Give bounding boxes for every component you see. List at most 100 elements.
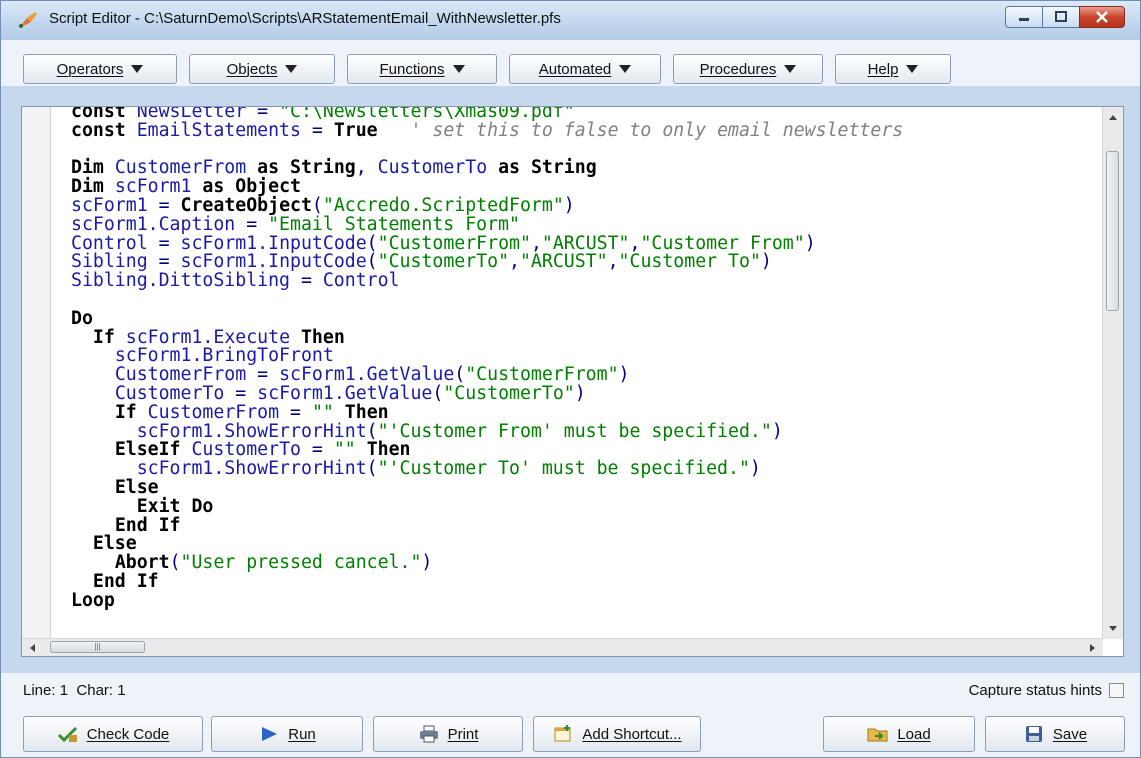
close-icon xyxy=(1096,11,1108,23)
code-line: End If xyxy=(71,572,903,592)
save-button[interactable]: Save xyxy=(985,716,1125,752)
operators-menu-button[interactable]: Operators xyxy=(23,54,177,84)
objects-menu-button[interactable]: Objects xyxy=(189,54,335,84)
operators-menu-label: Operators xyxy=(56,60,124,78)
code-line: Abort("User pressed cancel.") xyxy=(71,552,903,574)
code-token: ' set this to false to only email newsle… xyxy=(410,119,904,141)
maximize-button[interactable] xyxy=(1042,6,1080,28)
window-title: Script Editor - C:\SaturnDemo\Scripts\AR… xyxy=(49,10,561,27)
code-token: "CustomerTo" xyxy=(443,382,575,404)
script-editor-app-icon xyxy=(19,12,37,28)
code-token: const xyxy=(71,119,126,141)
procedures-menu-button[interactable]: Procedures xyxy=(673,54,823,84)
code-token: , xyxy=(607,251,619,273)
code-token: CustomerTo xyxy=(377,157,488,179)
cursor-position: Line: 1 Char: 1 xyxy=(23,682,126,699)
code-token: "'Customer To' must be specified." xyxy=(377,458,750,480)
capture-status-hints-checkbox[interactable] xyxy=(1109,683,1124,698)
code-token: ) xyxy=(771,420,783,442)
print-label: Print xyxy=(447,725,479,743)
minimize-button[interactable] xyxy=(1005,6,1043,28)
load-label: Load xyxy=(897,725,931,743)
check-code-button[interactable]: Check Code xyxy=(23,716,203,752)
code-token: True xyxy=(333,119,378,141)
code-editor[interactable]: const NewsLetter = "C:\Newsletters\Xmas0… xyxy=(21,106,1124,657)
code-token: ) xyxy=(760,251,772,273)
code-line: const EmailStatements = True ' set this … xyxy=(71,119,904,141)
char-value: 1 xyxy=(117,682,126,699)
code-token: "ARCUST" xyxy=(519,251,608,273)
code-token: "Customer To" xyxy=(618,251,761,273)
folder-open-icon xyxy=(867,728,888,742)
check-code-label: Check Code xyxy=(86,725,170,743)
code-token: "'Customer From' must be specified." xyxy=(377,420,772,442)
chevron-down-icon xyxy=(906,65,919,73)
chevron-down-icon xyxy=(452,65,465,73)
code-line: End If xyxy=(71,516,903,536)
code-token: ) xyxy=(574,382,586,404)
printer-icon xyxy=(419,725,438,743)
char-label: Char: xyxy=(76,682,114,699)
run-icon xyxy=(262,727,278,741)
help-menu-label: Help xyxy=(867,60,899,78)
scroll-left-icon[interactable] xyxy=(28,643,36,653)
code-token: ( xyxy=(366,458,378,480)
functions-menu-label: Functions xyxy=(379,60,445,78)
horizontal-scroll-thumb[interactable]: ||| xyxy=(50,641,145,653)
line-value: 1 xyxy=(59,682,69,699)
toolbar: Operators Objects Functions Automated Pr… xyxy=(1,39,1140,86)
procedures-menu-label: Procedures xyxy=(699,60,777,78)
minimize-icon xyxy=(1019,18,1029,21)
load-button[interactable]: Load xyxy=(823,716,975,752)
add-shortcut-button[interactable]: Add Shortcut... xyxy=(533,716,701,752)
code-token: Loop xyxy=(71,589,115,611)
scroll-down-icon[interactable] xyxy=(1108,625,1118,633)
horizontal-scrollbar[interactable]: ||| xyxy=(22,638,1103,656)
print-button[interactable]: Print xyxy=(373,716,523,752)
code-line: scForm1.ShowErrorHint("'Customer To' mus… xyxy=(71,458,903,480)
code-token: ( xyxy=(169,552,181,574)
code-token: ) xyxy=(618,364,630,386)
save-label: Save xyxy=(1052,725,1088,743)
run-button[interactable]: Run xyxy=(211,716,363,752)
code-token: Control xyxy=(322,270,400,292)
code-line: Sibling.DittoSibling = Control xyxy=(71,270,903,292)
code-token: ) xyxy=(421,552,433,574)
code-token: EmailStatements xyxy=(136,119,301,141)
code-line: Exit Do xyxy=(71,497,903,517)
script-editor-window: Script Editor - C:\SaturnDemo\Scripts\AR… xyxy=(0,0,1141,758)
code-token: = xyxy=(290,270,323,292)
editor-gutter xyxy=(22,107,51,656)
bottom-button-bar: Check Code Run Print Add Shortcut... Loa… xyxy=(1,707,1140,757)
scroll-up-icon[interactable] xyxy=(1108,113,1118,121)
automated-menu-button[interactable]: Automated xyxy=(509,54,661,84)
capture-status-hints-label: Capture status hints xyxy=(968,682,1102,699)
vertical-scrollbar[interactable] xyxy=(1102,107,1123,639)
status-bar: Line: 1 Char: 1 Capture status hints xyxy=(1,673,1140,707)
chevron-down-icon xyxy=(619,65,632,73)
functions-menu-button[interactable]: Functions xyxy=(347,54,497,84)
chevron-down-icon xyxy=(285,65,298,73)
add-shortcut-label: Add Shortcut... xyxy=(582,725,682,743)
code-token: as String xyxy=(498,157,597,179)
help-menu-button[interactable]: Help xyxy=(835,54,951,84)
vertical-scroll-thumb[interactable] xyxy=(1106,151,1119,311)
code-token: , xyxy=(355,157,378,179)
maximize-icon xyxy=(1055,11,1067,22)
chevron-down-icon xyxy=(784,65,797,73)
save-disk-icon xyxy=(1025,726,1042,742)
close-button[interactable] xyxy=(1079,6,1125,28)
add-shortcut-icon xyxy=(554,725,571,742)
line-label: Line: xyxy=(23,682,56,699)
code-token: , xyxy=(509,251,520,273)
title-bar[interactable]: Script Editor - C:\SaturnDemo\Scripts\AR… xyxy=(1,1,1140,39)
code-token: ) xyxy=(563,194,575,216)
code-token: ( xyxy=(432,382,444,404)
objects-menu-label: Objects xyxy=(226,60,278,78)
automated-menu-label: Automated xyxy=(538,60,612,78)
code-token: ) xyxy=(749,458,761,480)
check-code-icon xyxy=(57,726,77,743)
code-text[interactable]: const NewsLetter = "C:\Newsletters\Xmas0… xyxy=(71,107,904,611)
scroll-right-icon[interactable] xyxy=(1089,643,1097,653)
